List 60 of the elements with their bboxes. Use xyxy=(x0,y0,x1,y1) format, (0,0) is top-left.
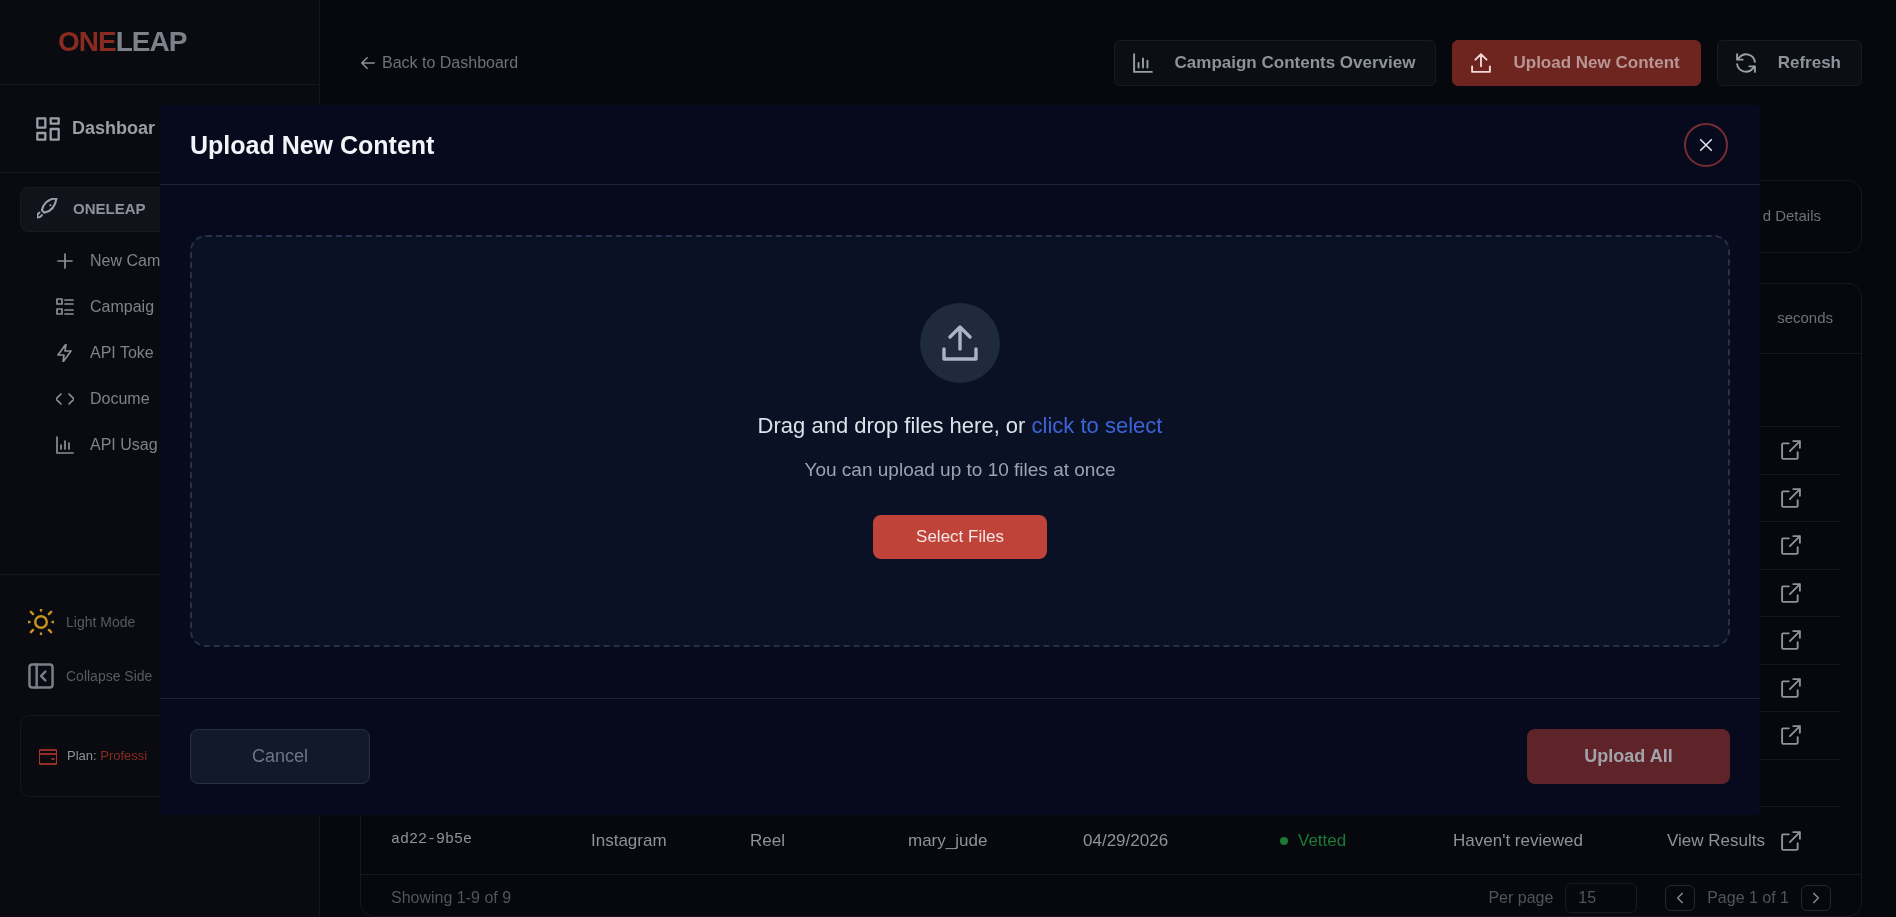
upload-hint: You can upload up to 10 files at once xyxy=(804,458,1116,482)
list-icon xyxy=(56,297,74,316)
plan-label: Plan: Professi xyxy=(67,747,148,766)
sidebar-item[interactable]: API Usag xyxy=(90,432,158,457)
click-to-select-link[interactable]: click to select xyxy=(1031,413,1163,438)
logo: ONELEAP xyxy=(58,25,187,59)
table-cell-text: 04/29/2026 xyxy=(1083,829,1170,852)
nav-link[interactable]: Dashboar xyxy=(72,115,156,142)
header-button[interactable]: Campaign Contents Overview xyxy=(1113,40,1437,86)
sidebar-item[interactable]: Campaig xyxy=(90,294,155,319)
refresh-icon xyxy=(1735,53,1756,73)
arrow-left-icon xyxy=(360,55,376,71)
external-link-icon[interactable] xyxy=(1781,677,1801,698)
sun-icon xyxy=(28,609,54,635)
external-link-icon[interactable] xyxy=(1781,725,1801,746)
dashboard-icon xyxy=(36,116,60,141)
showing-text: Showing 1-9 of 9 xyxy=(391,888,512,908)
sidebar-item[interactable]: API Toke xyxy=(90,340,154,365)
upload-icon xyxy=(1471,53,1492,73)
next-page-button[interactable] xyxy=(1801,885,1831,911)
external-link-icon[interactable] xyxy=(1781,830,1801,851)
select-files-button[interactable]: Select Files xyxy=(873,514,1047,559)
sidebar-button[interactable]: Light Mode xyxy=(66,611,136,633)
prev-page-button[interactable] xyxy=(1665,885,1696,911)
upload-icon xyxy=(942,325,978,361)
sidebar-collapse-icon xyxy=(28,663,54,689)
close-button[interactable] xyxy=(1684,122,1728,167)
sidebar-button[interactable]: Collapse Side xyxy=(66,665,153,687)
wallet-icon xyxy=(39,747,57,765)
per-page-select[interactable]: 15 xyxy=(1565,883,1638,913)
drop-instructions: Drag and drop files here, or click to select xyxy=(757,412,1163,440)
plus-icon xyxy=(56,251,74,270)
external-link-icon[interactable] xyxy=(1781,630,1801,651)
lightning-icon xyxy=(56,343,74,362)
table-cell-text: Reel xyxy=(750,829,786,852)
back-link[interactable]: Back to Dashboard xyxy=(360,51,519,75)
bar-chart-icon xyxy=(56,435,74,454)
table-cell-text: Haven't reviewed xyxy=(1453,829,1584,852)
rocket-icon xyxy=(37,198,59,221)
external-link-icon[interactable] xyxy=(1781,582,1801,603)
card-text: d Details xyxy=(1762,206,1821,227)
modal-title: Upload New Content xyxy=(190,129,435,160)
page-indicator: Page 1 of 1 xyxy=(1707,888,1789,908)
sidebar-item[interactable]: New Cam xyxy=(90,248,161,273)
drop-zone[interactable]: Drag and drop files here, or click to select You can upload up to 10 files at once Select Files xyxy=(190,235,1730,647)
table-cell-text: ad22-9b5e xyxy=(391,830,473,851)
table-cell-text: Instagram xyxy=(591,829,668,852)
status-label: Vetted xyxy=(1298,829,1347,852)
view-results-link[interactable]: View Results xyxy=(1667,827,1765,854)
close-icon xyxy=(1698,136,1714,153)
sidebar-item[interactable]: Docume xyxy=(90,386,150,411)
bar-chart-icon xyxy=(1132,53,1153,73)
external-link-icon[interactable] xyxy=(1781,487,1801,508)
per-page-label: Per page xyxy=(1488,888,1554,908)
external-link-icon[interactable] xyxy=(1781,535,1801,556)
external-link-icon[interactable] xyxy=(1781,440,1801,461)
header-button[interactable]: Refresh xyxy=(1716,40,1862,86)
table-cell-text: mary_jude xyxy=(908,829,989,852)
refresh-note: seconds xyxy=(1777,308,1833,329)
header-button[interactable]: Upload New Content xyxy=(1452,40,1701,86)
